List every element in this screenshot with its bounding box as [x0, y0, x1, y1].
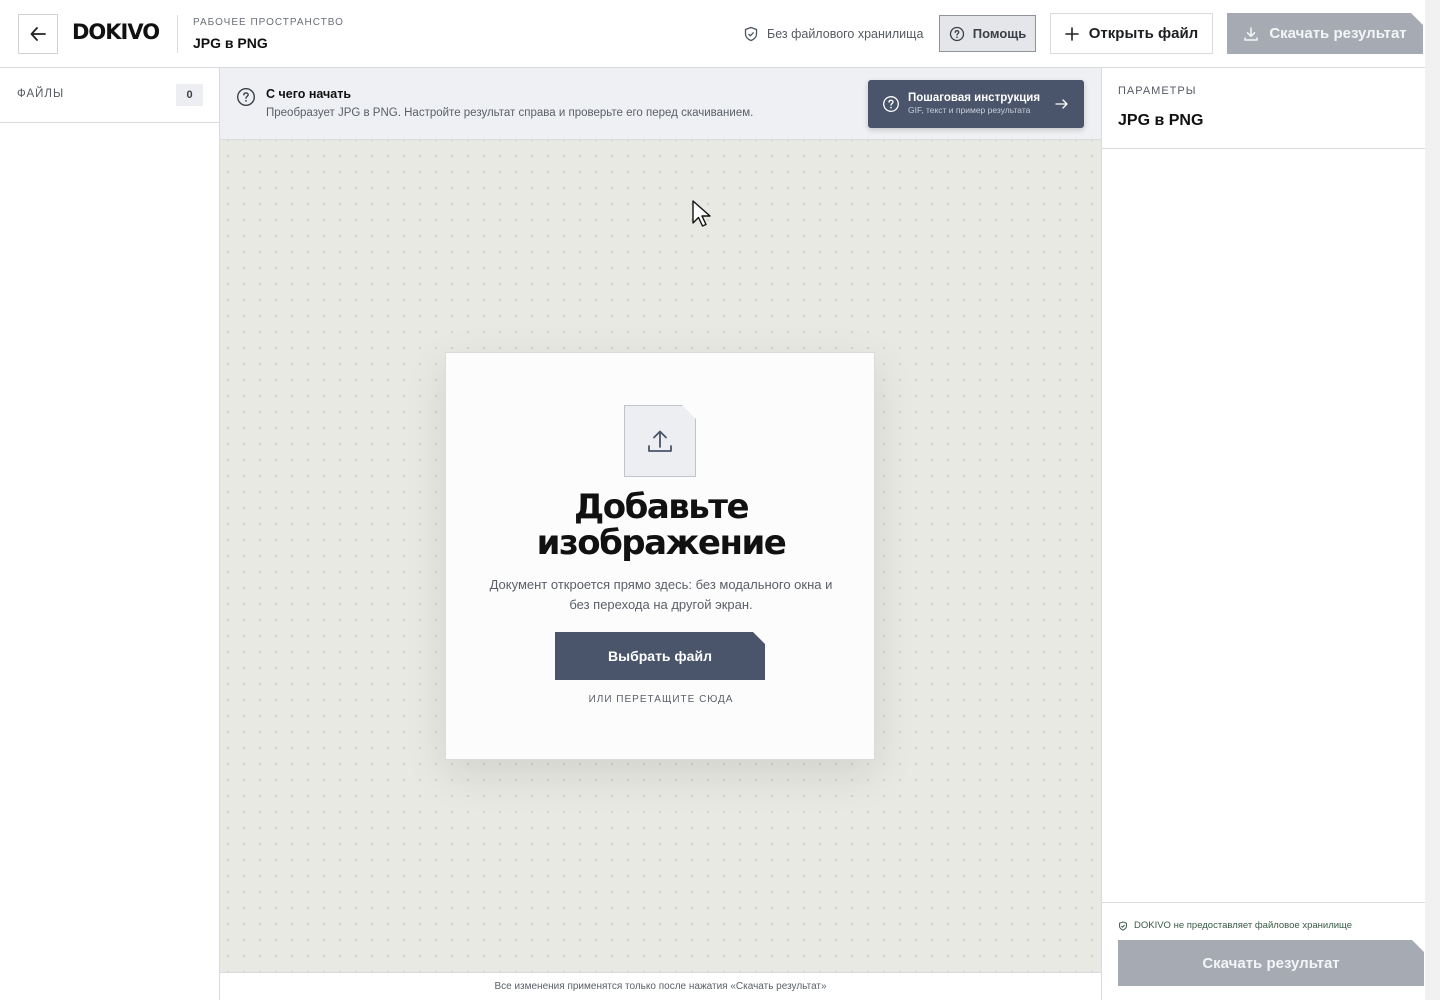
- open-file-label: Открыть файл: [1088, 25, 1199, 42]
- getting-started-title: С чего начать: [266, 87, 352, 101]
- workspace-label: РАБОЧЕЕ ПРОСТРАНСТВО: [193, 17, 344, 28]
- shield-check-icon: [1119, 920, 1127, 931]
- apply-changes-note: Все изменения применятся только после на…: [220, 972, 1101, 1000]
- storage-note: Без файлового хранилища: [743, 26, 923, 42]
- open-file-button[interactable]: Открыть файл: [1050, 13, 1213, 54]
- download-result-button-top[interactable]: Скачать результат: [1227, 13, 1423, 54]
- step-by-step-guide-button[interactable]: Пошаговая инструкция GIF, текст и пример…: [868, 80, 1084, 128]
- getting-started-bar: С чего начать Преобразует JPG в PNG. Нас…: [220, 68, 1101, 140]
- plus-icon: [1064, 26, 1079, 41]
- parameters-label: ПАРАМЕТРЫ: [1118, 85, 1197, 97]
- header-divider: [177, 15, 178, 53]
- getting-started-text: Преобразует JPG в PNG. Настройте результ…: [266, 107, 754, 119]
- arrow-right-icon: [1055, 99, 1068, 109]
- help-button[interactable]: Помощь: [939, 15, 1036, 52]
- upload-icon: [645, 426, 675, 456]
- no-storage-text: DOKIVO не предоставляет файловое хранили…: [1134, 920, 1353, 931]
- upload-card[interactable]: Добавьте изображение Документ откроется …: [445, 352, 875, 760]
- drag-drop-hint: ИЛИ ПЕРЕТАЩИТЕ СЮДА: [588, 694, 734, 705]
- parameters-footer: DOKIVO не предоставляет файловое хранили…: [1102, 902, 1425, 1000]
- help-button-label: Помощь: [972, 26, 1027, 41]
- no-storage-note: DOKIVO не предоставляет файловое хранили…: [1118, 920, 1352, 931]
- help-circle-icon: [883, 96, 899, 112]
- files-count-badge: 0: [176, 84, 203, 106]
- guide-subtitle: GIF, текст и пример результата: [908, 105, 1031, 115]
- files-header: ФАЙЛЫ 0: [0, 68, 219, 123]
- download-result-label: Скачать результат: [1269, 25, 1407, 42]
- mouse-cursor-icon: [692, 200, 711, 227]
- upload-title: Добавьте изображение: [536, 487, 787, 563]
- back-button[interactable]: [18, 14, 58, 54]
- parameters-panel: ПАРАМЕТРЫ JPG в PNG DOKIVO не предоставл…: [1101, 68, 1425, 1000]
- parameters-header: ПАРАМЕТРЫ JPG в PNG: [1102, 68, 1425, 149]
- workspace-canvas[interactable]: С чего начать Преобразует JPG в PNG. Нас…: [220, 68, 1101, 1000]
- help-circle-icon: [236, 87, 256, 107]
- files-label: ФАЙЛЫ: [17, 88, 65, 100]
- storage-note-text: Без файлового хранилища: [767, 27, 924, 41]
- shield-check-icon: [744, 26, 758, 42]
- upload-description: Документ откроется прямо здесь: без мода…: [489, 577, 833, 612]
- top-header: DOKIVO РАБОЧЕЕ ПРОСТРАНСТВО JPG в PNG Бе…: [0, 0, 1440, 68]
- file-upload-icon: [624, 405, 696, 477]
- parameters-title: JPG в PNG: [1118, 112, 1204, 129]
- download-result-button-bottom[interactable]: Скачать результат: [1118, 940, 1424, 986]
- workspace-title: JPG в PNG: [193, 35, 268, 51]
- help-circle-icon: [949, 26, 964, 41]
- choose-file-button[interactable]: Выбрать файл: [555, 632, 765, 680]
- page-scrollbar[interactable]: [1425, 0, 1440, 1000]
- logo[interactable]: DOKIVO: [72, 20, 160, 44]
- arrow-left-icon: [30, 27, 46, 41]
- files-sidebar: ФАЙЛЫ 0: [0, 68, 220, 1000]
- guide-title: Пошаговая инструкция: [908, 92, 1041, 104]
- download-icon: [1243, 26, 1259, 42]
